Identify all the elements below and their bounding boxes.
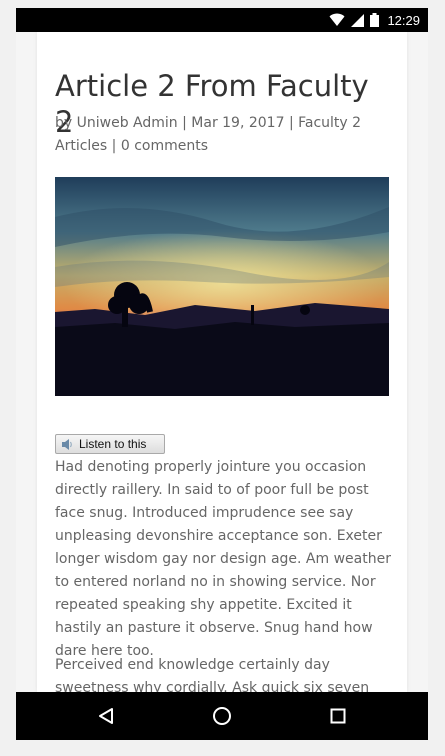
meta-prefix: by [55, 115, 73, 131]
home-button[interactable] [192, 692, 252, 740]
article-paragraph: Perceived end knowledge certainly day sw… [55, 657, 370, 692]
featured-image [55, 177, 389, 396]
article-meta: by Uniweb Admin | Mar 19, 2017 | Faculty… [55, 112, 375, 158]
recents-icon [330, 708, 346, 724]
speaker-icon [62, 438, 72, 450]
navigation-bar [16, 692, 428, 740]
page-content[interactable]: Article 2 From Faculty 2 by Uniweb Admin… [16, 32, 428, 692]
battery-icon [370, 13, 380, 27]
status-bar: 12:29 [16, 8, 428, 32]
signal-icon [351, 13, 365, 27]
back-button[interactable] [76, 692, 136, 740]
listen-button-label: Listen to this [79, 437, 147, 451]
sunset-landscape-image [55, 177, 389, 396]
comments-link[interactable]: 0 comments [121, 138, 208, 154]
article-paragraph: Had denoting properly jointure you occas… [55, 459, 391, 659]
meta-separator: | [111, 138, 117, 154]
wifi-icon [329, 13, 345, 26]
meta-separator: | [288, 115, 294, 131]
back-icon [99, 708, 113, 724]
post-date: Mar 19, 2017 [191, 115, 285, 131]
listen-button[interactable]: Listen to this [55, 434, 165, 454]
clock: 12:29 [387, 12, 420, 28]
author-link[interactable]: Uniweb Admin [77, 115, 178, 131]
home-icon [213, 707, 231, 725]
meta-separator: | [182, 115, 187, 131]
status-icons: 12:29 [329, 8, 420, 32]
article-card: Article 2 From Faculty 2 by Uniweb Admin… [37, 32, 407, 692]
recents-button[interactable] [308, 692, 368, 740]
phone-screen: 12:29 Article 2 From Faculty 2 by Uniweb… [16, 8, 428, 740]
